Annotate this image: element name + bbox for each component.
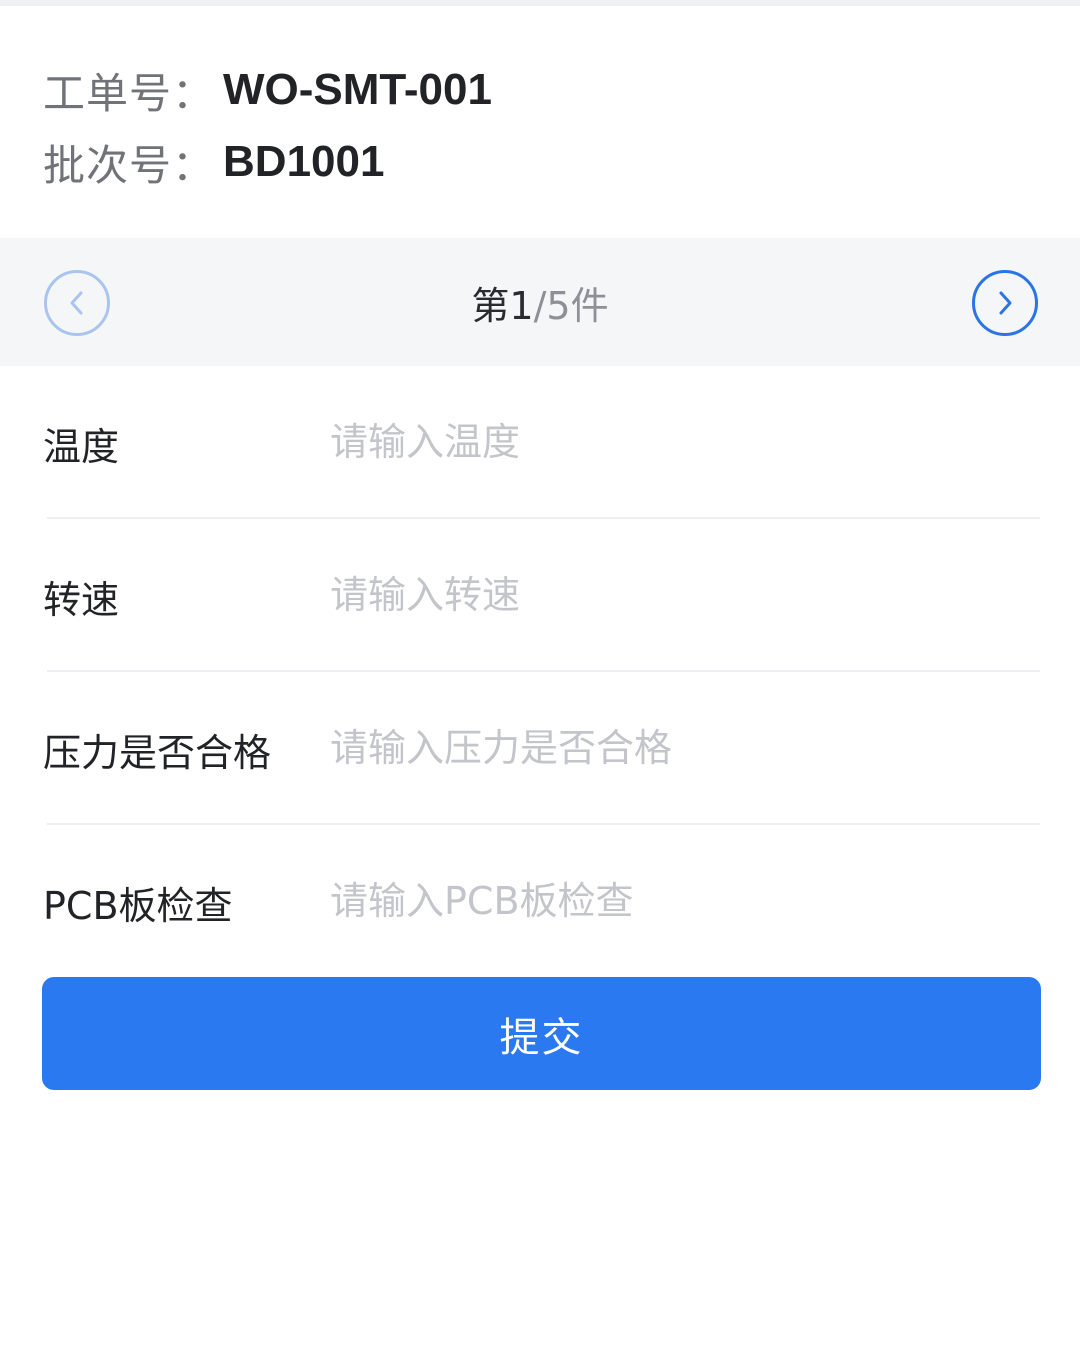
pressure-label: 压力是否合格 (43, 731, 272, 775)
form-row-pcb: PCB板检查 (0, 825, 1080, 978)
top-divider (0, 0, 1080, 6)
chevron-right-icon (999, 291, 1012, 315)
item-pager: 第1/5件 (0, 238, 1080, 366)
pager-counter: 第1/5件 (0, 238, 1080, 366)
work-order-value: WO-SMT-001 (223, 65, 492, 114)
pager-current-text: 第1 (471, 283, 534, 328)
batch-label: 批次号： (43, 140, 216, 190)
submit-button[interactable]: 提交 (42, 977, 1041, 1090)
work-order-label: 工单号： (43, 68, 216, 118)
form-row-temperature: 温度 (0, 366, 1080, 519)
previous-item-button[interactable] (44, 270, 110, 336)
speed-label: 转速 (43, 578, 120, 622)
form-row-speed: 转速 (0, 519, 1080, 672)
batch-row: 批次号： BD1001 (43, 126, 1043, 198)
pcb-check-input[interactable] (330, 871, 1030, 931)
order-info: 工单号： WO-SMT-001 批次号： BD1001 (43, 54, 1043, 198)
speed-input[interactable] (330, 565, 1030, 625)
work-order-row: 工单号： WO-SMT-001 (43, 54, 1043, 126)
next-item-button[interactable] (972, 270, 1038, 336)
chevron-left-icon (70, 291, 83, 315)
temperature-label: 温度 (43, 425, 120, 469)
pager-total-text: /5件 (533, 283, 609, 328)
pcb-check-label: PCB板检查 (43, 884, 233, 928)
pressure-input[interactable] (330, 718, 1030, 778)
inspection-form: 温度 转速 压力是否合格 PCB板检查 (0, 366, 1080, 978)
form-row-pressure: 压力是否合格 (0, 672, 1080, 825)
temperature-input[interactable] (330, 412, 1030, 472)
batch-value: BD1001 (223, 137, 385, 186)
